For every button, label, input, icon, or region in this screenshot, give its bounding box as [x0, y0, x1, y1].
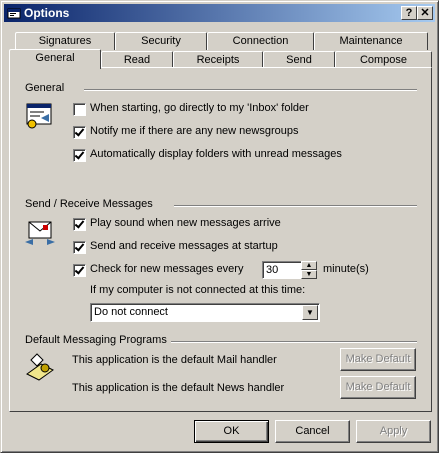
general-group-divider	[84, 89, 417, 91]
make-default-mail-button[interactable]: Make Default	[340, 348, 416, 371]
options-app-icon	[7, 8, 21, 19]
offline-action-dropdown[interactable]: Do not connect ▼	[90, 303, 320, 322]
window-title: Options	[24, 6, 70, 20]
interval-spin-up-button[interactable]: ▲	[301, 261, 317, 270]
tab-security[interactable]: Security	[115, 32, 207, 50]
interval-unit-label: minute(s)	[323, 263, 369, 275]
ok-button[interactable]: OK	[194, 420, 269, 443]
notify-newsgroups-checkbox[interactable]	[73, 126, 86, 139]
check-new-messages-label: Check for new messages every	[90, 263, 244, 275]
title-bar[interactable]: Options ? ✕	[4, 4, 435, 22]
default-programs-group-title: Default Messaging Programs	[25, 334, 171, 346]
apply-button[interactable]: Apply	[356, 420, 431, 443]
interval-spin-down-button[interactable]: ▼	[301, 270, 317, 279]
help-button[interactable]: ?	[401, 6, 417, 20]
display-unread-folders-checkbox[interactable]	[73, 149, 86, 162]
chevron-down-icon[interactable]: ▼	[302, 305, 318, 320]
options-dialog: Options ? ✕ Signatures Security Connecti…	[0, 0, 439, 453]
offline-action-label: If my computer is not connected at this …	[90, 284, 306, 296]
close-button[interactable]: ✕	[417, 6, 433, 20]
envelope-icon	[25, 221, 55, 245]
tab-connection[interactable]: Connection	[207, 32, 314, 50]
check-new-messages-checkbox[interactable]	[73, 264, 86, 277]
tab-maintenance[interactable]: Maintenance	[314, 32, 428, 50]
inbox-at-startup-label: When starting, go directly to my 'Inbox'…	[90, 102, 309, 114]
offline-action-selected: Do not connect	[94, 306, 168, 318]
check-interval-input[interactable]: 30	[262, 261, 302, 279]
tab-general[interactable]: General	[9, 49, 101, 69]
mail-handler-icon	[26, 353, 54, 381]
general-group-title: General	[25, 82, 69, 94]
make-default-news-button[interactable]: Make Default	[340, 376, 416, 399]
send-receive-startup-label: Send and receive messages at startup	[90, 240, 278, 252]
send-receive-group-divider	[174, 205, 417, 207]
news-handler-text: This application is the default News han…	[72, 382, 285, 394]
mail-handler-text: This application is the default Mail han…	[72, 354, 277, 366]
cancel-button[interactable]: Cancel	[275, 420, 350, 443]
display-unread-folders-label: Automatically display folders with unrea…	[90, 148, 342, 160]
settings-window-icon	[26, 103, 52, 129]
play-sound-label: Play sound when new messages arrive	[90, 217, 281, 229]
default-programs-group-divider	[165, 341, 417, 343]
play-sound-checkbox[interactable]	[73, 218, 86, 231]
inbox-at-startup-checkbox[interactable]	[73, 103, 86, 116]
tab-signatures[interactable]: Signatures	[15, 32, 115, 50]
general-tab-panel: General When starting, go directly to my…	[9, 67, 432, 412]
notify-newsgroups-label: Notify me if there are any new newsgroup…	[90, 125, 299, 137]
send-receive-group-title: Send / Receive Messages	[25, 198, 157, 210]
send-receive-startup-checkbox[interactable]	[73, 241, 86, 254]
